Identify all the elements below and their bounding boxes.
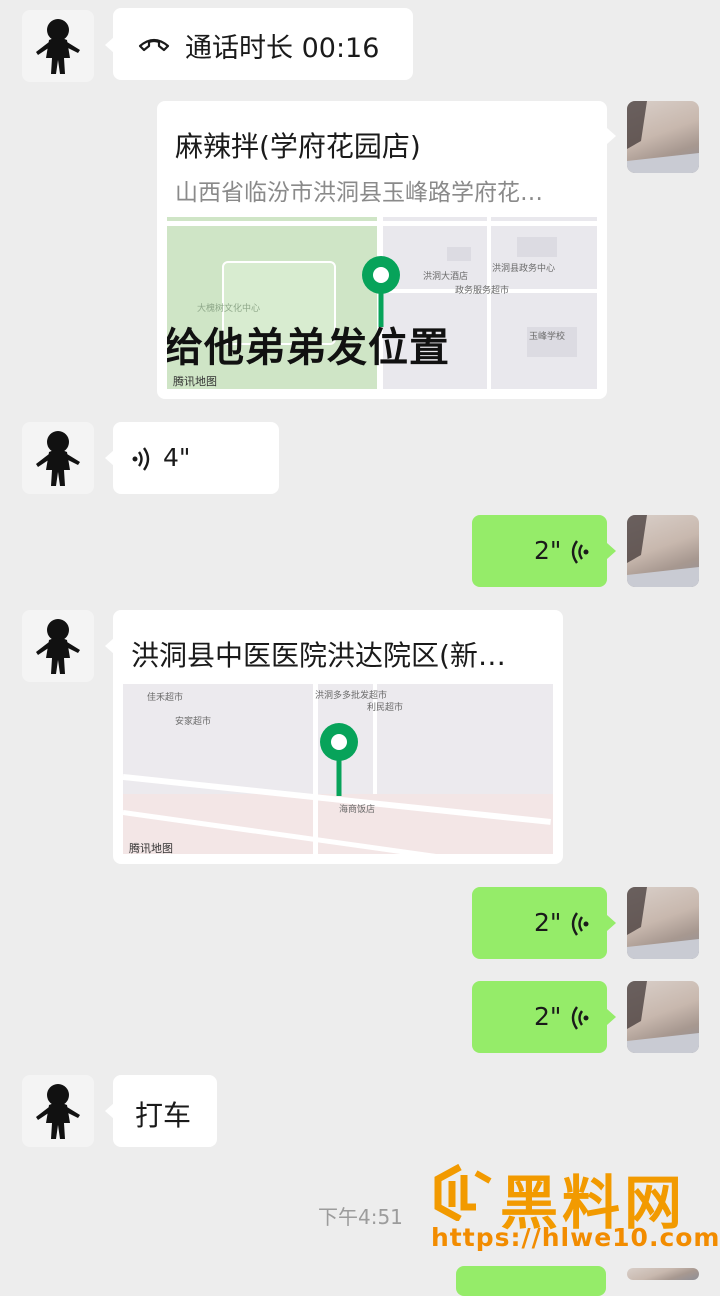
profile-photo-icon bbox=[627, 515, 699, 587]
call-record-bubble[interactable]: 通话时长 00:16 bbox=[113, 8, 413, 80]
map-label: 政务服务超市 bbox=[455, 286, 510, 296]
location-title: 麻辣拌(学府花园店) bbox=[175, 130, 421, 163]
profile-photo-icon bbox=[627, 887, 699, 959]
voice-duration: 2" bbox=[534, 536, 562, 565]
black-figure-icon bbox=[36, 19, 80, 74]
my-avatar[interactable] bbox=[627, 1268, 699, 1280]
black-figure-icon bbox=[36, 1084, 80, 1139]
voice-wave-icon bbox=[571, 1006, 589, 1030]
black-figure-icon bbox=[36, 619, 80, 674]
voice-duration: 2" bbox=[534, 908, 562, 937]
my-avatar[interactable] bbox=[627, 515, 699, 587]
my-avatar[interactable] bbox=[627, 981, 699, 1053]
voice-message-bubble[interactable]: 4" bbox=[113, 422, 279, 494]
message-text: 打车 bbox=[135, 1099, 192, 1132]
location-title: 洪洞县中医医院洪达院区(新… bbox=[131, 639, 506, 672]
profile-photo-icon bbox=[627, 101, 699, 173]
overlay-caption: 给他弟弟发位置 bbox=[167, 325, 450, 371]
voice-message-bubble[interactable]: 2" bbox=[472, 887, 607, 959]
voice-message-bubble[interactable]: 2" bbox=[472, 515, 607, 587]
map-preview[interactable]: 洪洞县政务中心 洪洞大酒店 政务服务超市 玉峰学校 大槐树文化中心 给他弟弟发位… bbox=[167, 217, 597, 389]
map-label: 海商饭店 bbox=[339, 805, 376, 815]
map-label: 大槐树文化中心 bbox=[197, 304, 261, 314]
text-message-bubble[interactable]: 打车 bbox=[113, 1075, 217, 1147]
voice-message-bubble[interactable] bbox=[456, 1266, 606, 1296]
voice-wave-icon bbox=[571, 540, 589, 564]
my-avatar[interactable] bbox=[627, 101, 699, 173]
voice-duration: 4" bbox=[163, 443, 191, 472]
watermark-url: https://hlwe10.com bbox=[431, 1223, 720, 1252]
location-address: 山西省临汾市洪洞县玉峰路学府花… bbox=[175, 180, 543, 206]
map-label: 洪洞县政务中心 bbox=[492, 264, 556, 274]
location-card[interactable]: 洪洞县中医医院洪达院区(新… 佳禾超市 洪洞多多批发超市 利民超市 安家超市 海… bbox=[113, 610, 563, 864]
message-timestamp: 下午4:51 bbox=[318, 1205, 403, 1229]
location-pin-icon bbox=[320, 723, 358, 796]
location-card[interactable]: 麻辣拌(学府花园店) 山西省临汾市洪洞县玉峰路学府花… 洪洞县政务中心 洪洞大酒… bbox=[157, 101, 607, 399]
call-duration-text: 通话时长 00:16 bbox=[185, 33, 380, 64]
contact-avatar[interactable] bbox=[22, 1075, 94, 1147]
map-provider-label: 腾讯地图 bbox=[129, 842, 173, 854]
profile-photo-icon bbox=[627, 981, 699, 1053]
map-label: 洪洞大酒店 bbox=[423, 272, 469, 282]
phone-hangup-icon bbox=[138, 38, 170, 52]
map-label: 佳禾超市 bbox=[147, 693, 184, 703]
voice-wave-icon bbox=[132, 447, 150, 471]
map-label: 利民超市 bbox=[367, 703, 404, 713]
map-preview[interactable]: 佳禾超市 洪洞多多批发超市 利民超市 安家超市 海商饭店 腾讯地图 bbox=[123, 684, 553, 854]
voice-wave-icon bbox=[571, 912, 589, 936]
map-provider-label: 腾讯地图 bbox=[173, 375, 217, 388]
contact-avatar[interactable] bbox=[22, 10, 94, 82]
voice-message-bubble[interactable]: 2" bbox=[472, 981, 607, 1053]
map-label: 安家超市 bbox=[175, 717, 212, 727]
watermark-logo-icon bbox=[430, 1163, 496, 1223]
my-avatar[interactable] bbox=[627, 887, 699, 959]
map-label: 玉峰学校 bbox=[529, 332, 566, 342]
contact-avatar[interactable] bbox=[22, 422, 94, 494]
voice-duration: 2" bbox=[534, 1002, 562, 1031]
contact-avatar[interactable] bbox=[22, 610, 94, 682]
black-figure-icon bbox=[36, 431, 80, 486]
